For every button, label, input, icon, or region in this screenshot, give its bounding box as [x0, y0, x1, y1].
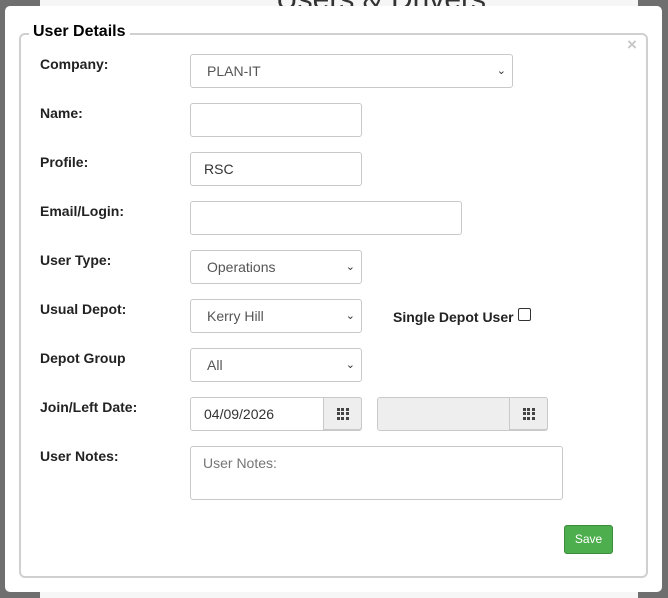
depot-group-select-value: All [207, 357, 223, 373]
depot-group-label: Depot Group [40, 350, 126, 366]
chevron-down-icon: ⌄ [345, 261, 355, 273]
profile-label: Profile: [40, 154, 89, 170]
user-notes-label: User Notes: [40, 448, 119, 464]
join-date-calendar-button[interactable] [323, 397, 362, 430]
name-label: Name: [40, 105, 83, 121]
user-notes-textarea[interactable] [190, 446, 563, 500]
email-input[interactable] [190, 201, 462, 235]
usual-depot-select-value: Kerry Hill [207, 308, 264, 324]
chevron-down-icon: ⌄ [345, 359, 355, 371]
chevron-down-icon: ⌄ [496, 65, 506, 77]
left-date-calendar-button[interactable] [509, 397, 548, 430]
fieldset-legend: User Details [29, 23, 130, 41]
usual-depot-select[interactable]: Kerry Hill ⌄ [190, 299, 362, 333]
company-select[interactable]: PLAN-IT ⌄ [190, 54, 513, 88]
name-input[interactable] [190, 103, 362, 137]
user-type-label: User Type: [40, 252, 112, 268]
user-type-select[interactable]: Operations ⌄ [190, 250, 362, 284]
user-type-select-value: Operations [207, 259, 276, 275]
calendar-grid-icon [522, 407, 535, 420]
save-button[interactable]: Save [564, 525, 613, 554]
profile-input[interactable]: RSC [190, 152, 362, 186]
single-depot-user-checkbox[interactable] [518, 308, 531, 321]
company-select-value: PLAN-IT [207, 63, 261, 79]
email-label: Email/Login: [40, 203, 124, 219]
join-left-date-label: Join/Left Date: [40, 399, 138, 415]
join-date-value: 04/09/2026 [204, 406, 275, 422]
close-icon[interactable]: × [627, 36, 637, 53]
company-label: Company: [40, 56, 109, 72]
user-details-modal: User Details × Company: PLAN-IT ⌄ Name: … [5, 6, 662, 592]
usual-depot-label: Usual Depot: [40, 301, 127, 317]
left-date-input[interactable] [377, 397, 548, 431]
chevron-down-icon: ⌄ [345, 310, 355, 322]
depot-group-select[interactable]: All ⌄ [190, 348, 362, 382]
calendar-grid-icon [336, 407, 349, 420]
join-date-input[interactable]: 04/09/2026 [190, 397, 362, 431]
single-depot-user-label: Single Depot User [393, 309, 514, 325]
